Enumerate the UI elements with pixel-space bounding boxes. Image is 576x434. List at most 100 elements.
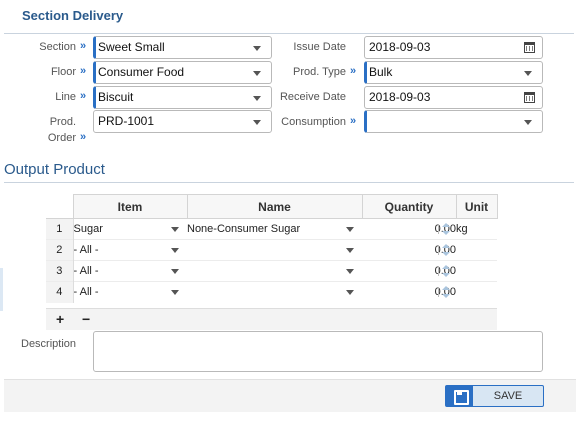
text-cursor <box>438 288 439 297</box>
description-label: Description <box>21 338 77 350</box>
spinner-icon[interactable] <box>442 223 450 235</box>
spinner-icon[interactable] <box>442 286 450 298</box>
quantity-input[interactable]: 0.00 <box>362 218 456 240</box>
line-chevron-icon: » <box>80 90 86 102</box>
chevron-down-icon <box>346 248 354 253</box>
table-row: 4 - All - 0.00 <box>46 281 497 303</box>
receive-date-label: Receive Date <box>279 91 346 103</box>
chevron-down-icon <box>524 71 532 76</box>
prod-type-label: Prod. Type <box>293 66 346 78</box>
add-row-button[interactable]: + <box>56 310 64 328</box>
text-cursor <box>438 246 439 255</box>
floor-select[interactable]: Consumer Food <box>93 61 272 84</box>
quantity-input[interactable]: 0.00 <box>362 260 456 282</box>
chevron-down-icon <box>253 46 261 51</box>
item-value: Sugar <box>73 223 103 235</box>
name-select[interactable] <box>187 281 362 303</box>
section-label: Section <box>39 41 76 53</box>
table-row: 2 - All - 0.00 <box>46 239 497 261</box>
chevron-down-icon <box>171 269 179 274</box>
prod-order-chevron-icon: » <box>80 131 86 143</box>
line-value: Biscuit <box>98 90 134 104</box>
prod-type-select[interactable]: Bulk <box>364 61 543 84</box>
chevron-down-icon <box>346 290 354 295</box>
output-product-table: Item Name Quantity Unit 1 Sugar None-Con… <box>46 194 498 303</box>
name-select[interactable] <box>187 260 362 282</box>
chevron-down-icon <box>346 227 354 232</box>
prod-type-value: Bulk <box>369 65 393 79</box>
chevron-down-icon <box>524 120 532 125</box>
calendar-icon[interactable] <box>524 92 535 103</box>
row-number: 3 <box>46 260 74 282</box>
column-header-quantity[interactable]: Quantity <box>361 194 457 219</box>
chevron-down-icon <box>171 248 179 253</box>
table-toolbar: + − <box>46 308 497 330</box>
floor-label: Floor <box>50 66 76 78</box>
prod-order-label-2: Order <box>47 132 76 144</box>
unit-value <box>456 260 497 282</box>
row-number: 4 <box>46 281 74 303</box>
chevron-down-icon <box>171 227 179 232</box>
output-divider <box>4 182 574 183</box>
prod-type-chevron-icon: » <box>350 65 356 77</box>
issue-date-input[interactable]: 2018-09-03 <box>364 36 543 59</box>
item-value: - All - <box>73 286 99 299</box>
issue-date-value: 2018-09-03 <box>369 40 431 54</box>
line-select[interactable]: Biscuit <box>93 86 272 109</box>
line-label: Line <box>55 91 76 103</box>
chevron-down-icon <box>253 71 261 76</box>
column-header-item[interactable]: Item <box>72 194 188 219</box>
prod-order-value: PRD-1001 <box>98 114 155 128</box>
chevron-down-icon <box>346 269 354 274</box>
table-header-row: Item Name Quantity Unit <box>46 194 498 219</box>
output-product-title: Output Product <box>4 161 105 178</box>
floor-chevron-icon: » <box>80 65 86 77</box>
consumption-chevron-icon: » <box>350 115 356 127</box>
spinner-icon[interactable] <box>442 244 450 256</box>
item-value: - All - <box>73 265 99 277</box>
receive-date-value: 2018-09-03 <box>369 90 431 104</box>
prod-order-label: Prod. <box>49 116 76 128</box>
consumption-select[interactable] <box>364 110 543 133</box>
chevron-down-icon <box>253 96 261 101</box>
chevron-down-icon <box>253 120 261 125</box>
remove-row-button[interactable]: − <box>82 310 90 328</box>
floor-value: Consumer Food <box>98 65 185 79</box>
receive-date-input[interactable]: 2018-09-03 <box>364 86 543 109</box>
item-value: - All - <box>73 244 99 256</box>
section-value: Sweet Small <box>98 40 165 54</box>
unit-value <box>456 281 497 303</box>
side-tab-indicator <box>0 268 3 311</box>
row-number-header <box>46 194 73 219</box>
consumption-label: Consumption <box>281 116 346 128</box>
prod-order-select[interactable]: PRD-1001 <box>93 110 272 133</box>
name-select[interactable]: None-Consumer Sugar <box>187 218 362 240</box>
section-chevron-icon: » <box>80 40 86 52</box>
quantity-input[interactable]: 0.00 <box>362 239 456 261</box>
item-select[interactable]: - All - <box>73 260 187 282</box>
item-select[interactable]: Sugar <box>73 218 187 240</box>
quantity-input[interactable]: 0.00 <box>362 281 456 303</box>
section-select[interactable]: Sweet Small <box>93 36 272 59</box>
save-button-label: SAVE <box>493 390 523 402</box>
item-select[interactable]: - All - <box>73 281 187 303</box>
chevron-down-icon <box>171 290 179 295</box>
issue-date-label: Issue Date <box>293 41 346 53</box>
item-select[interactable]: - All - <box>73 239 187 261</box>
column-header-name[interactable]: Name <box>186 194 363 219</box>
section-title: Section Delivery <box>22 8 124 23</box>
save-icon <box>446 386 473 406</box>
unit-value: kg <box>456 218 497 240</box>
description-textarea[interactable] <box>93 331 543 372</box>
row-number: 1 <box>46 218 74 240</box>
table-row: 3 - All - 0.00 <box>46 260 497 282</box>
name-value: None-Consumer Sugar <box>187 223 301 235</box>
name-select[interactable] <box>187 239 362 261</box>
column-header-unit[interactable]: Unit <box>455 194 498 219</box>
calendar-icon[interactable] <box>524 42 535 53</box>
table-row: 1 Sugar None-Consumer Sugar 0.00 kg <box>46 218 497 240</box>
unit-value <box>456 239 497 261</box>
title-divider <box>4 33 574 34</box>
save-button[interactable]: SAVE <box>445 385 544 407</box>
spinner-icon[interactable] <box>442 265 450 277</box>
